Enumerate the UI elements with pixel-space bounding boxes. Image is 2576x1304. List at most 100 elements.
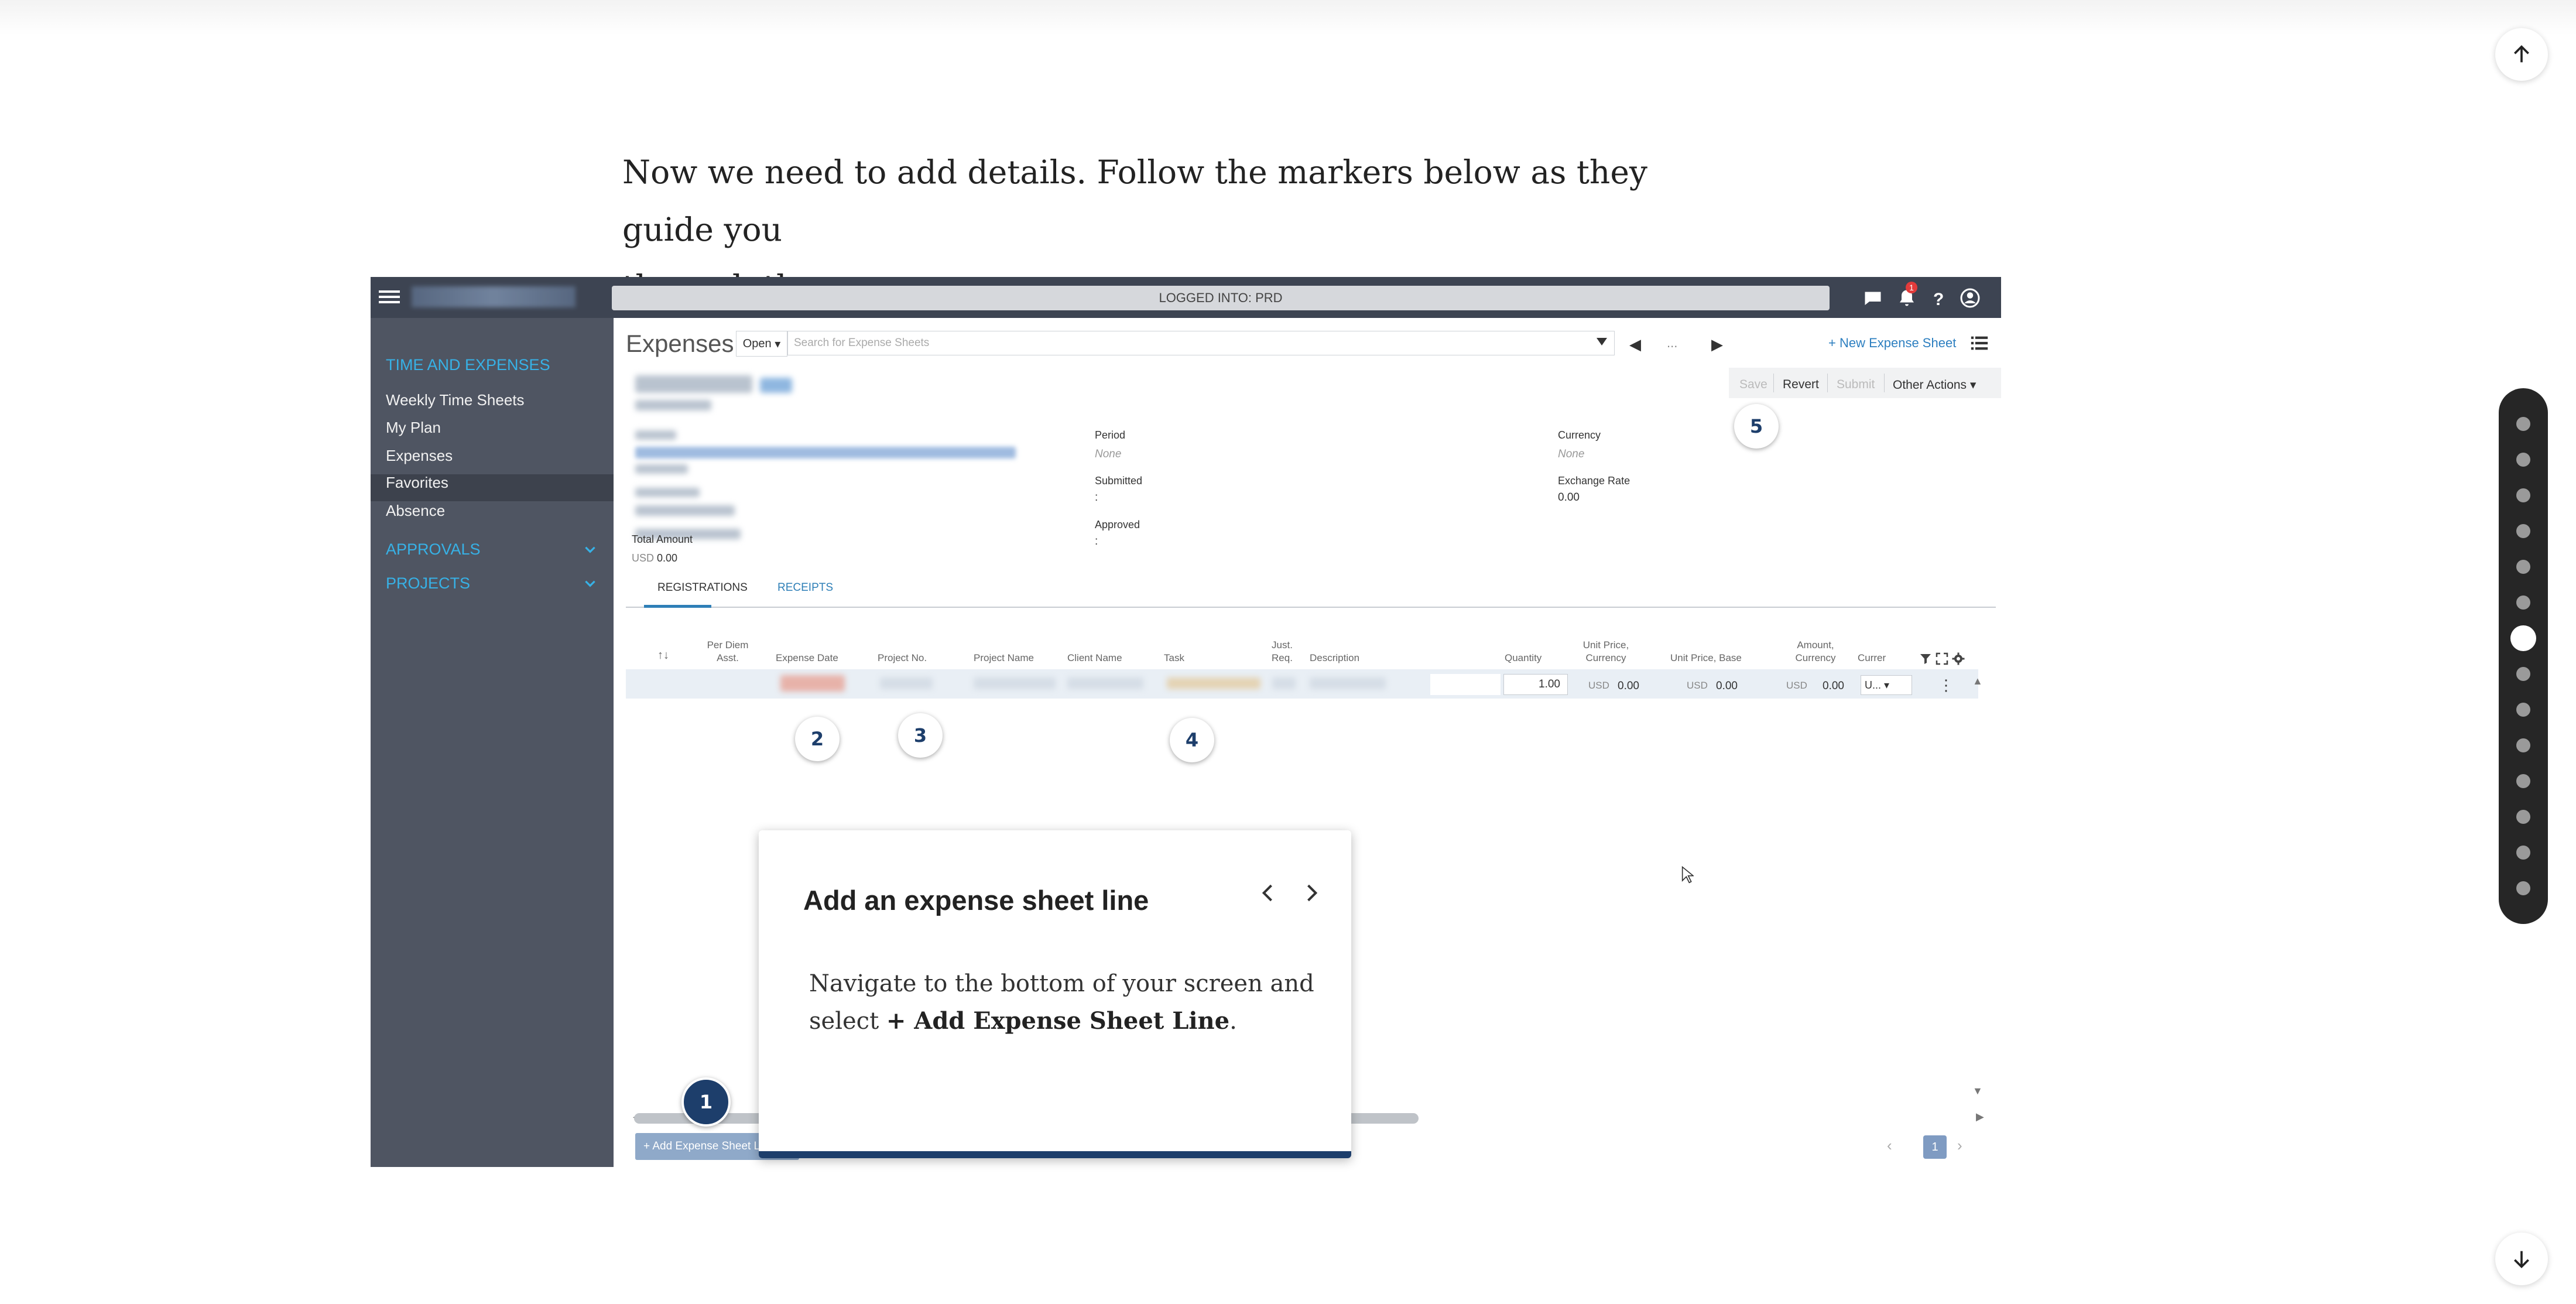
gear-icon[interactable]	[1951, 652, 1965, 666]
step-marker-2[interactable]: 2	[795, 717, 840, 761]
sidebar-item-expenses[interactable]: Expenses	[386, 447, 453, 465]
list-view-icon[interactable]	[1969, 333, 1990, 353]
submitted-label: Submitted	[1095, 475, 1143, 487]
progress-step-7[interactable]	[2510, 625, 2536, 651]
col-just-req[interactable]: Just. Req.	[1268, 639, 1297, 665]
prev-icon[interactable]: ◀	[1629, 336, 1641, 354]
progress-step-14[interactable]	[2516, 881, 2530, 895]
user-icon[interactable]	[1960, 288, 1981, 309]
page-prev-icon[interactable]: ‹	[1887, 1137, 1892, 1155]
scroll-right-icon[interactable]: ▶	[1976, 1111, 1984, 1123]
period-label: Period	[1095, 429, 1126, 441]
chevron-left-icon[interactable]	[1255, 880, 1281, 906]
blurred-cell	[1067, 677, 1143, 689]
step-marker-3[interactable]: 3	[898, 713, 943, 758]
save-button[interactable]: Save	[1739, 378, 1767, 392]
currency-label: Currency	[1558, 429, 1601, 441]
col-description[interactable]: Description	[1310, 652, 1359, 665]
filter-icon[interactable]	[1919, 652, 1933, 666]
progress-step-8[interactable]	[2516, 667, 2530, 681]
progress-step-1[interactable]	[2516, 417, 2530, 431]
col-project-no[interactable]: Project No.	[878, 652, 927, 665]
divider	[1884, 374, 1885, 392]
other-actions-button[interactable]: Other Actions ▾	[1893, 378, 1976, 392]
col-amount-currency[interactable]: Amount, Currency	[1786, 639, 1845, 665]
sidebar-item-weekly[interactable]: Weekly Time Sheets	[386, 391, 525, 409]
tooltip-body-bold: + Add Expense Sheet Line	[886, 1007, 1230, 1035]
svg-text:?: ?	[1933, 290, 1944, 309]
status-filter[interactable]: Open ▾	[736, 331, 787, 357]
progress-step-13[interactable]	[2516, 846, 2530, 860]
expand-icon[interactable]	[1935, 652, 1949, 666]
search-dropdown-icon[interactable]	[1597, 338, 1607, 345]
app-logo	[412, 286, 576, 307]
help-icon[interactable]: ?	[1928, 288, 1949, 309]
top-fade	[0, 0, 2576, 35]
step-marker-4[interactable]: 4	[1170, 718, 1214, 762]
step-marker-5[interactable]: 5	[1734, 404, 1779, 449]
page-next-icon[interactable]: ›	[1957, 1137, 1962, 1155]
scroll-up-icon[interactable]: ▲	[1972, 675, 1983, 687]
scroll-down-button[interactable]	[2495, 1233, 2548, 1285]
sidebar-item-plan[interactable]: My Plan	[386, 419, 441, 437]
progress-step-6[interactable]	[2516, 595, 2530, 610]
sort-icon[interactable]: ↑↓	[657, 649, 669, 662]
scroll-down-icon[interactable]: ▼	[1972, 1085, 1983, 1097]
chevron-down-icon[interactable]	[583, 576, 598, 591]
progress-step-10[interactable]	[2516, 738, 2530, 752]
progress-step-4[interactable]	[2516, 524, 2530, 538]
chat-icon[interactable]	[1862, 288, 1883, 309]
col-quantity[interactable]: Quantity	[1505, 652, 1542, 665]
col-task[interactable]: Task	[1164, 652, 1184, 665]
progress-step-3[interactable]	[2516, 488, 2530, 502]
tab-registrations[interactable]: REGISTRATIONS	[657, 581, 748, 594]
scroll-up-button[interactable]	[2495, 28, 2548, 81]
sidebar-item-absence[interactable]: Absence	[386, 502, 445, 520]
next-icon[interactable]: ▶	[1711, 336, 1723, 354]
blurred-cell	[1272, 677, 1296, 689]
chevron-down-icon[interactable]	[583, 542, 598, 557]
nav-ellipsis[interactable]: ...	[1667, 336, 1677, 351]
progress-step-2[interactable]	[2516, 453, 2530, 467]
progress-step-5[interactable]	[2516, 560, 2530, 574]
menu-icon[interactable]	[379, 288, 400, 307]
progress-rail	[2499, 388, 2548, 924]
currency-value: None	[1558, 448, 1585, 460]
tooltip-body: Navigate to the bottom of your screen an…	[809, 965, 1324, 1040]
submit-button[interactable]: Submit	[1837, 378, 1875, 392]
unit-price-base-value: 0.00	[1716, 680, 1738, 692]
new-expense-sheet-button[interactable]: + New Expense Sheet	[1828, 336, 1956, 351]
blurred-subtitle	[635, 400, 711, 410]
sidebar-section-time[interactable]: TIME AND EXPENSES	[386, 356, 550, 374]
page-number[interactable]: 1	[1923, 1135, 1947, 1159]
col-currency[interactable]: Currer	[1858, 652, 1886, 665]
quantity-input[interactable]: 1.00	[1503, 674, 1568, 695]
col-unit-price-currency[interactable]: Unit Price, Currency	[1574, 639, 1638, 665]
search-input[interactable]: Search for Expense Sheets	[787, 331, 1615, 355]
unit-price-currency-code: USD	[1588, 680, 1609, 691]
blurred-cell	[780, 675, 845, 692]
revert-button[interactable]: Revert	[1783, 378, 1819, 392]
progress-step-11[interactable]	[2516, 774, 2530, 788]
col-project-name[interactable]: Project Name	[974, 652, 1034, 665]
col-expense-date[interactable]: Expense Date	[776, 652, 838, 665]
sidebar-section-approvals[interactable]: APPROVALS	[386, 540, 481, 559]
sidebar-item-favorites[interactable]: Favorites	[386, 474, 448, 492]
exchange-rate-label: Exchange Rate	[1558, 475, 1630, 487]
col-client-name[interactable]: Client Name	[1067, 652, 1122, 665]
currency-select[interactable]: U... ▾	[1861, 675, 1912, 695]
tab-receipts[interactable]: RECEIPTS	[777, 581, 833, 594]
description-input[interactable]	[1430, 674, 1501, 695]
total-amount-label: Total Amount	[632, 533, 693, 545]
row-menu-icon[interactable]: ⋮	[1938, 676, 1954, 694]
step-marker-1[interactable]: 1	[681, 1077, 731, 1127]
progress-step-12[interactable]	[2516, 810, 2530, 824]
status-filter-label: Open	[742, 337, 772, 350]
total-amount: 0.00	[657, 552, 678, 564]
col-per-diem[interactable]: Per Diem Asst.	[704, 639, 751, 665]
progress-step-9[interactable]	[2516, 703, 2530, 717]
unit-price-currency-value[interactable]: 0.00	[1618, 680, 1639, 693]
sidebar-section-projects[interactable]: PROJECTS	[386, 574, 470, 593]
chevron-right-icon[interactable]	[1299, 880, 1324, 906]
col-unit-price-base[interactable]: Unit Price, Base	[1670, 652, 1742, 665]
